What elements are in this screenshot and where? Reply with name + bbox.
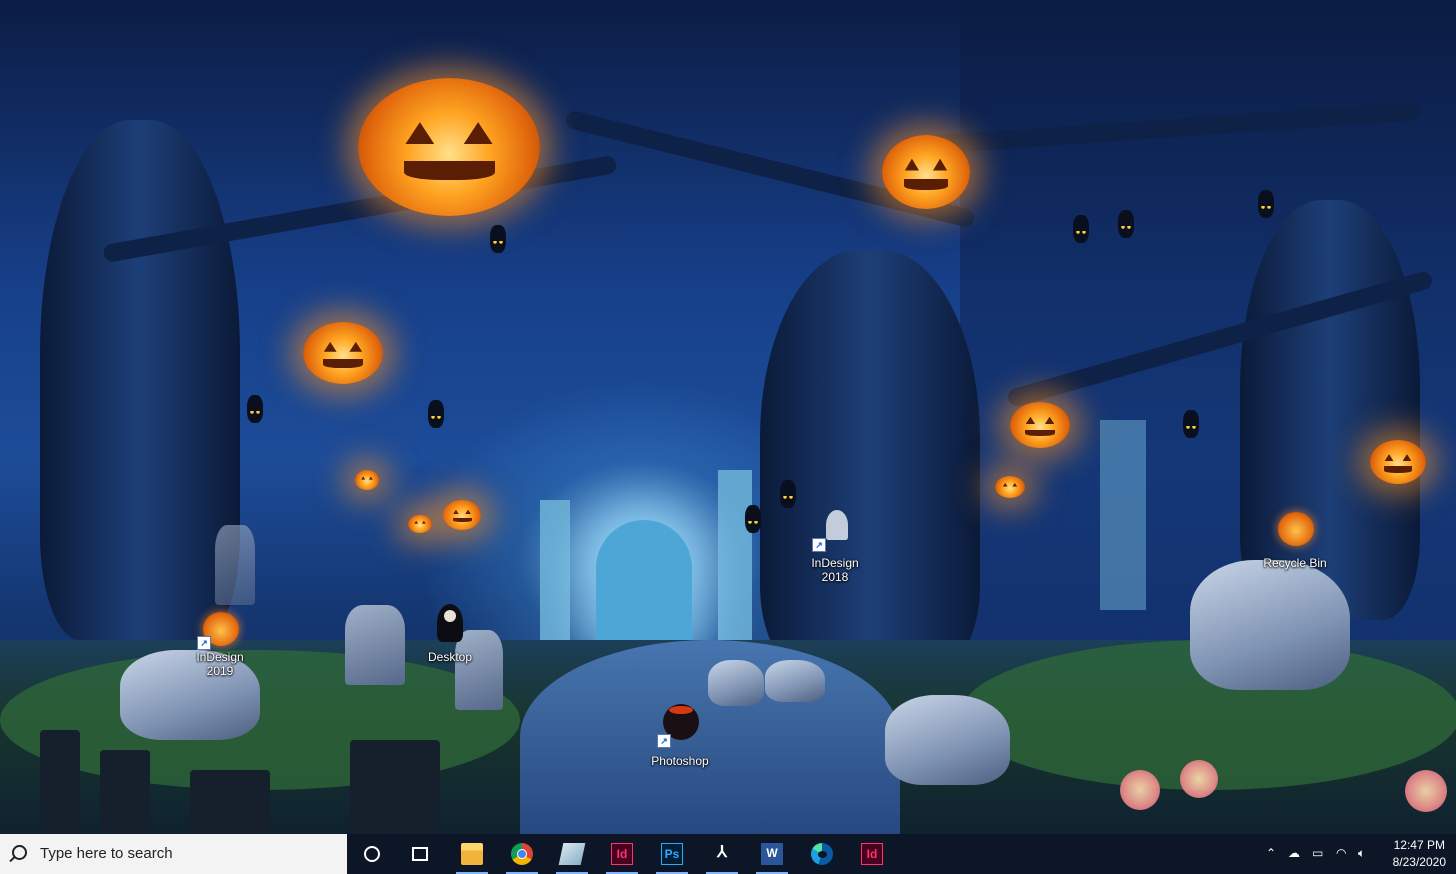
wallpaper-stone <box>350 740 440 834</box>
wallpaper-tree <box>760 250 980 670</box>
clock[interactable]: 12:47 PM 8/23/2020 <box>1393 837 1446 871</box>
wallpaper-pumpkin <box>355 470 379 490</box>
desktop-icon-label: Recycle Bin <box>1263 556 1327 570</box>
taskbar-indesign-2018-button[interactable]: Id <box>848 834 896 874</box>
wallpaper-bat <box>1118 210 1134 238</box>
wallpaper-pumpkin <box>995 476 1025 498</box>
pumpkin-icon: ↗ <box>197 612 243 650</box>
wallpaper-bat <box>490 225 506 253</box>
wallpaper-flower <box>1405 770 1447 812</box>
cortana-icon <box>364 846 380 862</box>
wallpaper-pumpkin <box>1010 402 1070 448</box>
wallpaper-flower <box>1180 760 1218 798</box>
tablet-icon <box>558 843 586 865</box>
desktop-icon-label: InDesign 2018 <box>811 556 859 584</box>
wallpaper-pillar <box>1100 420 1146 610</box>
indesign-icon: Id <box>861 843 883 865</box>
taskbar-cortana-button[interactable] <box>348 834 396 874</box>
wallpaper-pumpkin <box>358 78 540 216</box>
clock-time: 12:47 PM <box>1393 838 1445 852</box>
wallpaper-bat <box>1258 190 1274 218</box>
desktop-icon-desktop[interactable]: Desktop <box>412 604 488 664</box>
cauldron-icon: ↗ <box>657 704 703 748</box>
taskbar-indesign-button[interactable]: Id <box>598 834 646 874</box>
onedrive-icon[interactable]: ☁ <box>1288 846 1300 860</box>
wifi-icon[interactable]: ◠ <box>1336 846 1346 860</box>
wallpaper-stone <box>190 770 270 834</box>
reaper-icon <box>427 604 473 642</box>
wallpaper-rock <box>885 695 1010 785</box>
wallpaper-bat <box>428 400 444 428</box>
wallpaper-stone <box>40 730 80 834</box>
wallpaper-tree <box>40 120 240 640</box>
desktop-icon-label: Photoshop <box>651 754 709 768</box>
battery-icon[interactable]: ▭ <box>1312 846 1323 860</box>
indesign-icon: Id <box>611 843 633 865</box>
desktop-icon-indesign-2018[interactable]: ↗ InDesign 2018 <box>797 510 873 584</box>
taskbar-file-explorer-button[interactable] <box>448 834 496 874</box>
search-placeholder: Type here to search <box>40 845 173 862</box>
desktop-icon-recycle-bin[interactable]: Recycle Bin <box>1257 512 1333 570</box>
taskbar-chrome-button[interactable] <box>498 834 546 874</box>
acrobat-icon: ⅄ <box>717 844 727 861</box>
taskbar-tablet-button[interactable] <box>548 834 596 874</box>
taskbar-photoshop-button[interactable]: Ps <box>648 834 696 874</box>
wallpaper-rock <box>765 660 825 702</box>
wallpaper-tombstone <box>345 605 405 685</box>
wallpaper-rock <box>1190 560 1350 690</box>
wallpaper-bat <box>780 480 796 508</box>
chevron-up-icon[interactable]: ⌃ <box>1266 846 1276 860</box>
taskbar-acrobat-button[interactable]: ⅄ <box>698 834 746 874</box>
edge-icon <box>811 843 833 865</box>
search-box[interactable]: Type here to search <box>0 834 347 874</box>
desktop-icon-photoshop[interactable]: ↗ Photoshop <box>642 704 718 768</box>
wallpaper-pumpkin <box>1370 440 1426 484</box>
wallpaper-rock <box>708 660 764 706</box>
wallpaper-bat <box>1073 215 1089 243</box>
taskbar-edge-button[interactable] <box>798 834 846 874</box>
clock-date: 8/23/2020 <box>1392 855 1446 869</box>
search-icon <box>12 845 27 860</box>
wallpaper-pumpkin <box>443 500 481 530</box>
wallpaper-bat <box>1183 410 1199 438</box>
system-tray: ⌃ ☁ ▭ ◠ 🔈︎ 12:47 PM 8/23/2020 <box>1256 834 1456 874</box>
wallpaper-bat <box>247 395 263 423</box>
wallpaper-pillar <box>718 470 752 640</box>
photoshop-icon: Ps <box>661 843 683 865</box>
taskbar-task-view-button[interactable] <box>396 834 444 874</box>
wallpaper-pumpkin <box>882 135 970 209</box>
wallpaper-pillar <box>540 500 570 640</box>
desktop-icon-indesign-2019[interactable]: ↗ InDesign 2019 <box>182 612 258 678</box>
desktop-icon-label: Desktop <box>427 650 473 664</box>
folder-icon <box>461 843 483 865</box>
desktop-wallpaper: ↗ InDesign 2019 Desktop ↗ InDesign 2018 … <box>0 0 1456 834</box>
wallpaper-stone <box>100 750 150 834</box>
word-icon: W <box>761 843 783 865</box>
wallpaper-pumpkin <box>408 515 432 533</box>
wallpaper-bat <box>745 505 761 533</box>
wallpaper-pumpkin <box>303 322 383 384</box>
pumpkin-icon <box>1272 512 1318 550</box>
volume-icon[interactable]: 🔈︎ <box>1358 846 1365 861</box>
wallpaper-tombstone <box>215 525 255 605</box>
wallpaper-gate <box>596 520 692 640</box>
wallpaper-flower <box>1120 770 1160 810</box>
desktop-icon-label: InDesign 2019 <box>196 650 244 678</box>
chrome-icon <box>511 843 533 865</box>
ghost-icon: ↗ <box>812 510 858 552</box>
taskbar: Type here to search Id Ps ⅄ W Id ⌃ ☁ ▭ ◠… <box>0 834 1456 874</box>
taskbar-word-button[interactable]: W <box>748 834 796 874</box>
task-view-icon <box>412 847 428 861</box>
